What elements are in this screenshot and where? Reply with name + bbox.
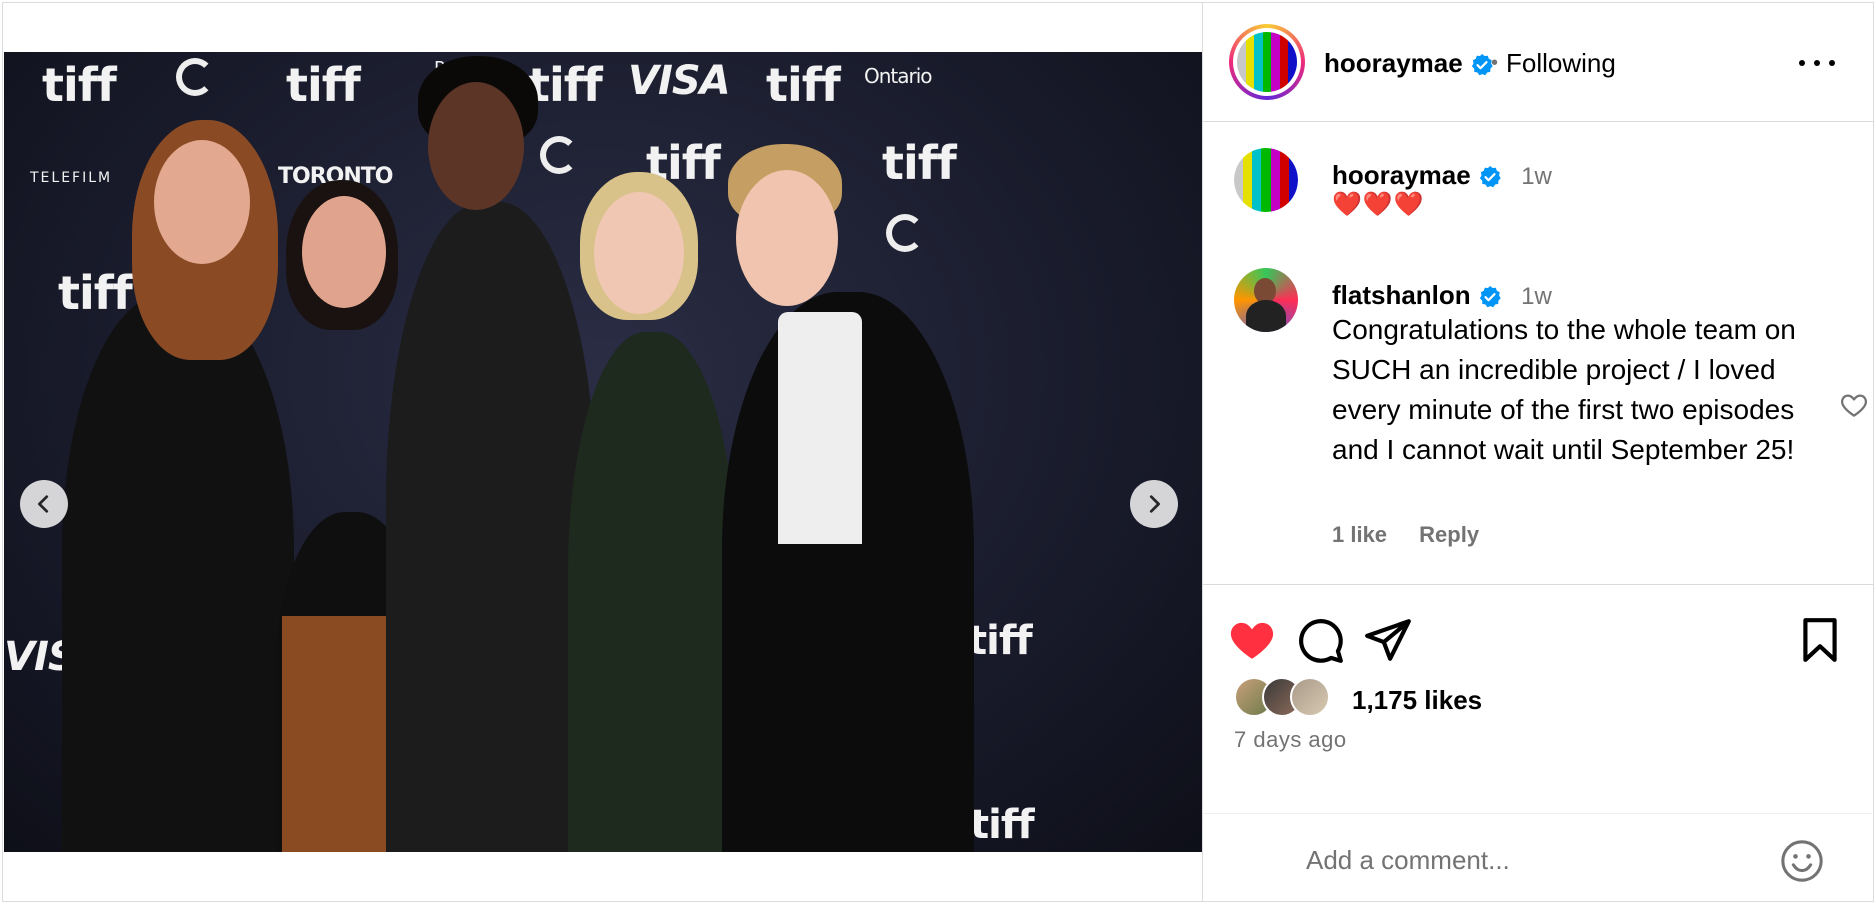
post-header: hooraymae • Following bbox=[1203, 2, 1874, 122]
post-media[interactable]: tiff tiff tiff VISA tiff Ontario Royal t… bbox=[4, 52, 1202, 852]
comment-reply-button[interactable]: Reply bbox=[1419, 522, 1479, 547]
more-options-icon[interactable] bbox=[1799, 48, 1835, 78]
comment-time[interactable]: 1w bbox=[1521, 283, 1552, 310]
following-button[interactable]: Following bbox=[1506, 48, 1616, 79]
liker-avatar bbox=[1290, 677, 1330, 717]
comment-likes-link[interactable]: 1 like bbox=[1332, 522, 1387, 547]
caption-author[interactable]: hooraymae 1w bbox=[1332, 160, 1552, 191]
comment-avatar[interactable] bbox=[1234, 268, 1298, 332]
story-ring-avatar[interactable] bbox=[1229, 24, 1305, 100]
comment-input[interactable] bbox=[1306, 840, 1766, 880]
author-username[interactable]: hooraymae bbox=[1324, 48, 1494, 79]
add-comment-bar bbox=[1203, 813, 1874, 903]
post-actions: 1,175 likes 7 days ago bbox=[1203, 584, 1874, 902]
likes-count[interactable]: 1,175 likes bbox=[1352, 685, 1482, 716]
carousel-prev-button[interactable] bbox=[20, 480, 68, 528]
header-separator: • bbox=[1491, 52, 1499, 74]
emoji-icon[interactable] bbox=[1779, 838, 1825, 884]
comment-icon[interactable] bbox=[1295, 615, 1345, 665]
chevron-right-icon bbox=[1149, 495, 1160, 513]
carousel-next-button[interactable] bbox=[1130, 480, 1178, 528]
bookmark-icon[interactable] bbox=[1795, 615, 1845, 665]
heart-filled-icon[interactable] bbox=[1227, 615, 1277, 665]
caption-time[interactable]: 1w bbox=[1521, 163, 1552, 190]
comment-author[interactable]: flatshanlon 1w bbox=[1332, 280, 1552, 311]
verified-badge-icon bbox=[1479, 286, 1501, 308]
caption-text: ❤️❤️❤️ bbox=[1332, 191, 1425, 218]
chevron-left-icon bbox=[38, 495, 49, 513]
post-timestamp[interactable]: 7 days ago bbox=[1234, 727, 1347, 753]
heart-outline-icon[interactable] bbox=[1839, 390, 1869, 420]
share-icon[interactable] bbox=[1363, 615, 1413, 665]
post-sidebar: hooraymae • Following hooraymae 1w ❤️❤️❤… bbox=[1203, 2, 1874, 902]
avatar bbox=[1237, 32, 1297, 92]
verified-badge-icon bbox=[1479, 166, 1501, 188]
comment-text: Congratulations to the whole team on SUC… bbox=[1332, 314, 1796, 465]
caption-avatar[interactable] bbox=[1234, 148, 1298, 212]
comment-meta: 1 like Reply bbox=[1332, 522, 1505, 548]
